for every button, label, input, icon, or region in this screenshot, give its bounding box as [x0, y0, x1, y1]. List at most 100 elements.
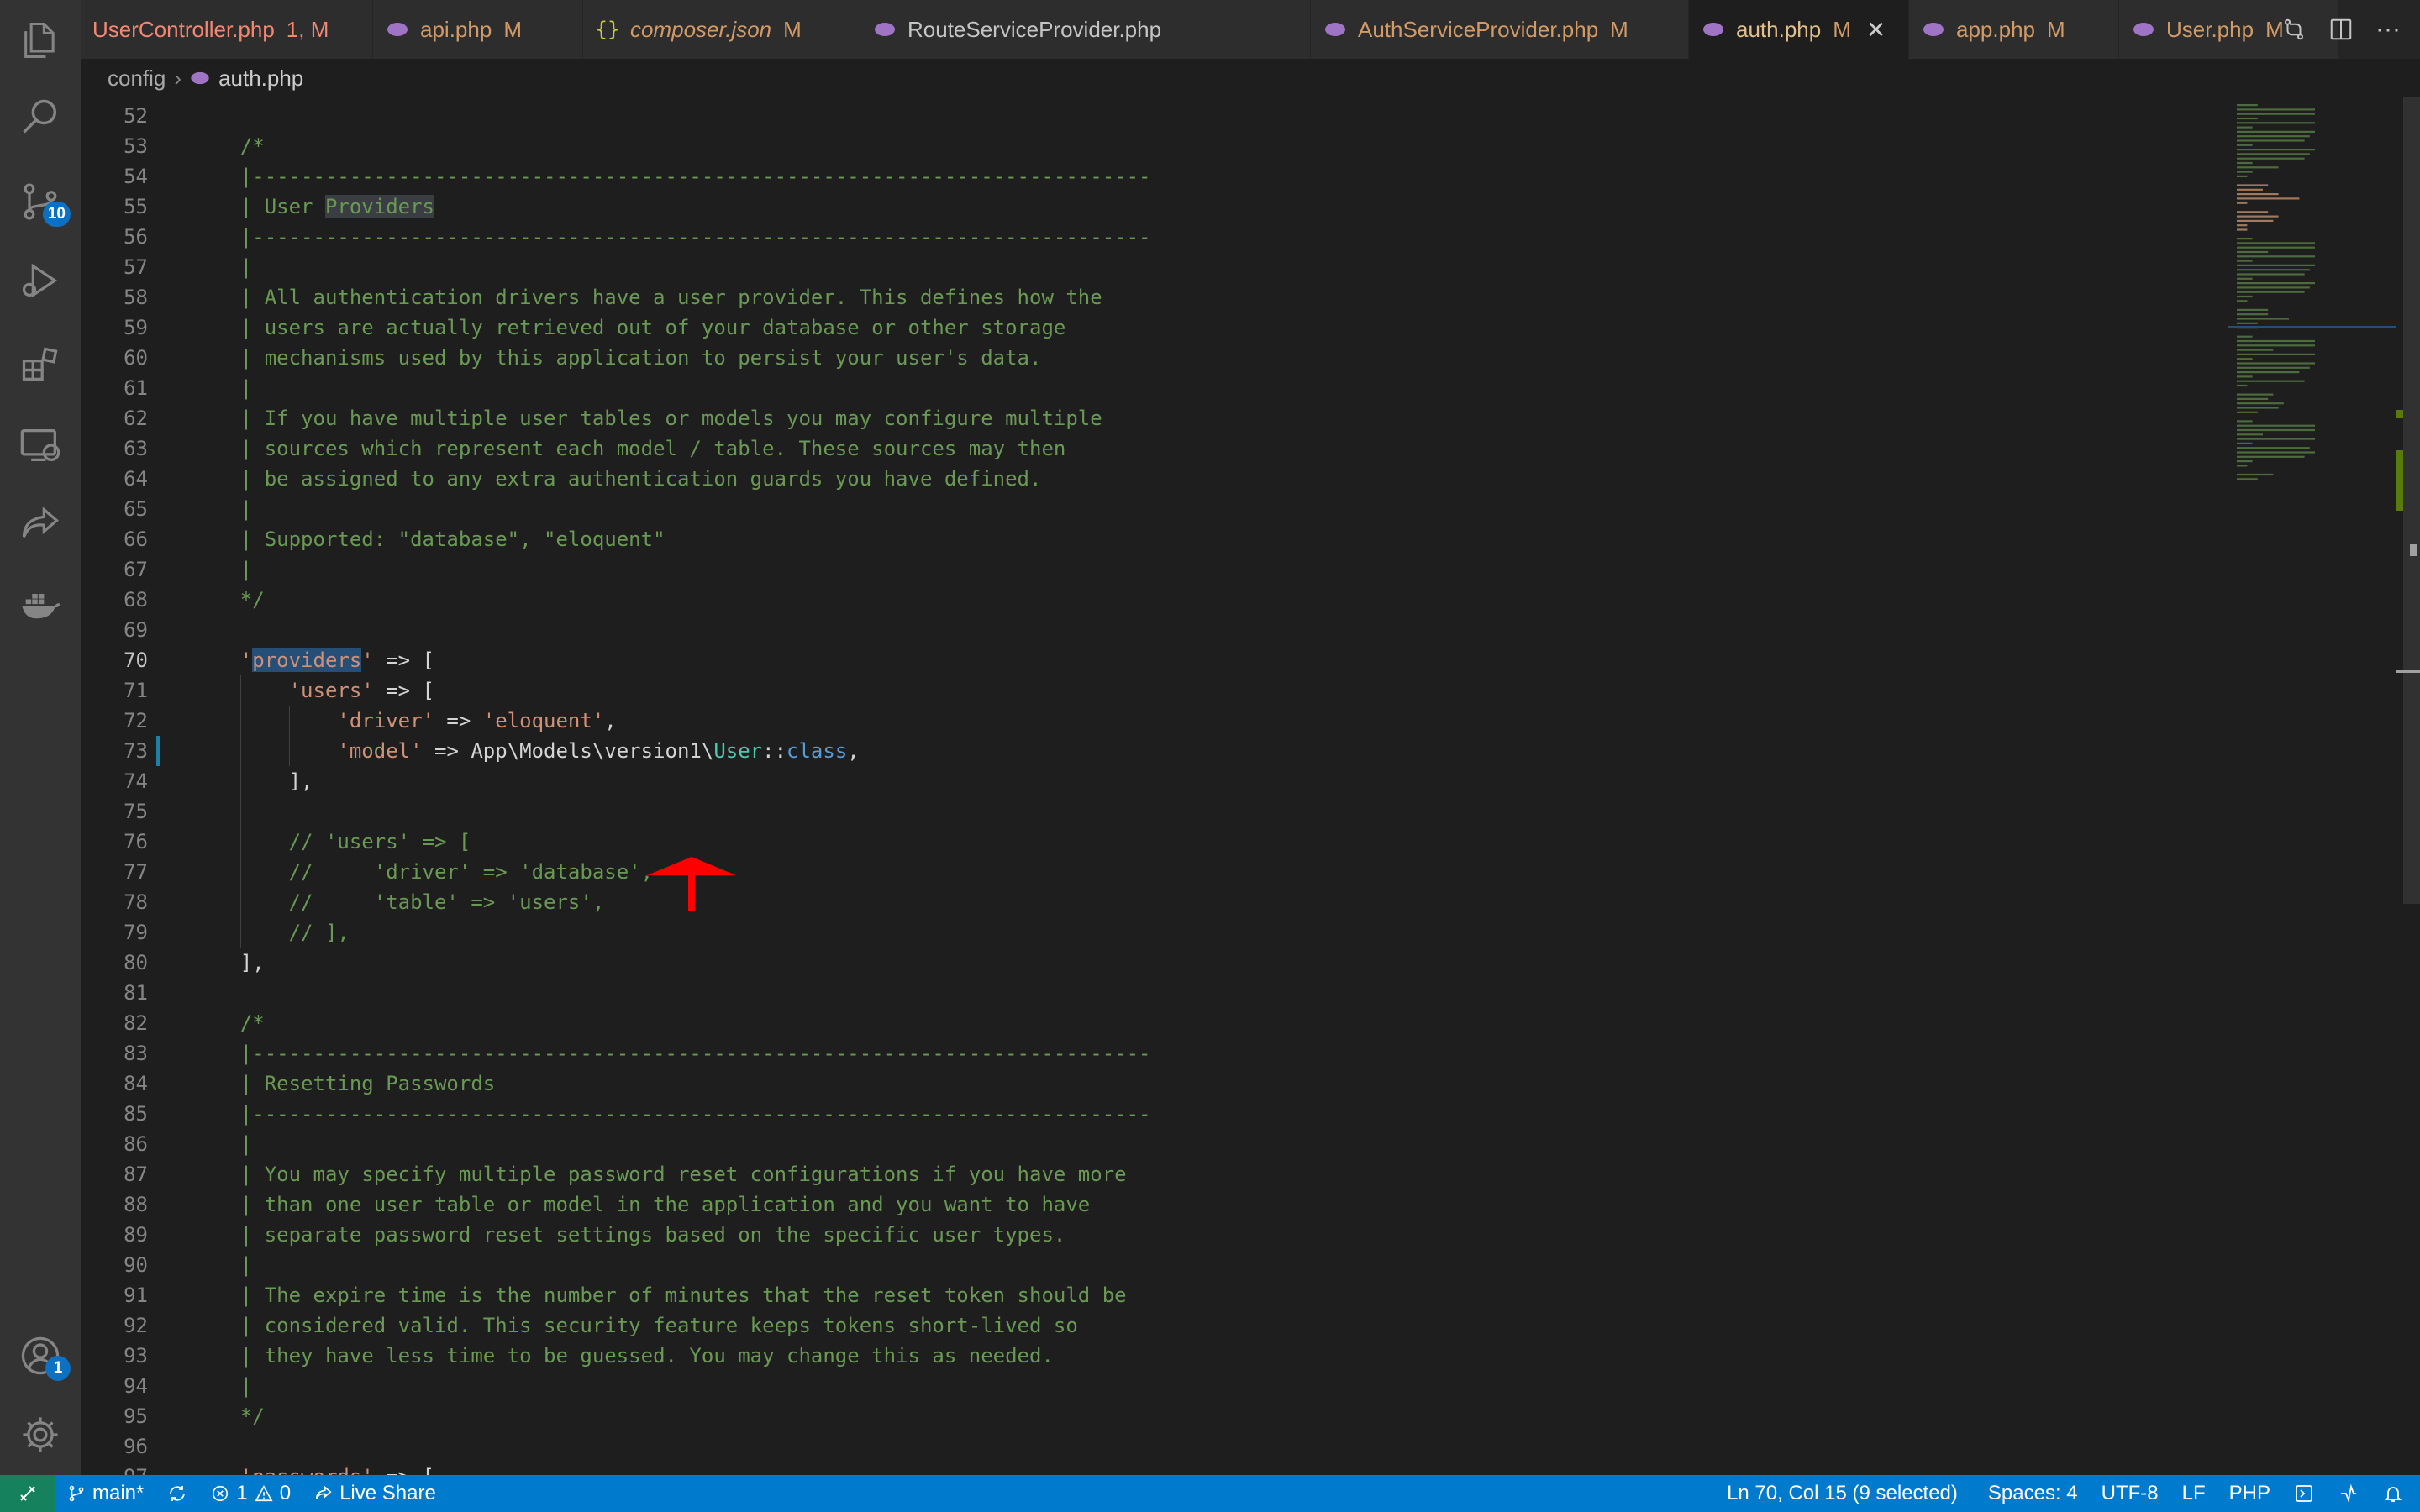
code-line[interactable]: */ — [192, 585, 265, 615]
minimap[interactable] — [2228, 97, 2396, 501]
minimap-line — [2237, 135, 2310, 138]
line-number: 53 — [124, 134, 148, 158]
extensions-icon[interactable] — [0, 328, 81, 402]
annotation-arrow — [647, 857, 736, 911]
source-control-icon[interactable]: 10 — [0, 165, 81, 239]
code-line[interactable]: |---------------------------------------… — [192, 1099, 1151, 1129]
code-line[interactable]: | You may specify multiple password rese… — [192, 1159, 1127, 1189]
code-line[interactable]: | — [192, 1250, 252, 1280]
accounts-icon[interactable]: 1 — [0, 1319, 81, 1393]
code-line[interactable]: 'passwords' => [ — [192, 1462, 434, 1475]
code-line[interactable]: | be assigned to any extra authenticatio… — [192, 464, 1042, 494]
code-line[interactable]: 'model' => App\Models\version1\User::cla… — [192, 736, 859, 766]
code-line[interactable]: | Supported: "database", "eloquent" — [192, 524, 666, 554]
code-line[interactable]: | The expire time is the number of minut… — [192, 1280, 1127, 1310]
live-share-button[interactable]: Live Share — [302, 1475, 448, 1512]
code-line[interactable]: /* — [192, 1008, 265, 1038]
code-line[interactable]: | If you have multiple user tables or mo… — [192, 403, 1102, 433]
code-line[interactable]: |---------------------------------------… — [192, 1038, 1151, 1068]
code-line[interactable]: 'providers' => [ — [192, 645, 434, 675]
code-line[interactable]: | considered valid. This security featur… — [192, 1310, 1078, 1341]
tab-routeserviceprovider-php[interactable]: RouteServiceProvider.php — [860, 0, 1311, 59]
php-elephant-icon — [872, 22, 897, 37]
run-debug-icon[interactable] — [0, 244, 81, 318]
more-actions-icon[interactable]: ··· — [2373, 14, 2403, 45]
minimap-line — [2237, 122, 2315, 124]
manage-gear-icon[interactable] — [0, 1398, 81, 1472]
breadcrumb-file[interactable]: auth.php — [218, 66, 303, 92]
line-number: 67 — [124, 558, 148, 581]
minimap-line — [2237, 478, 2258, 480]
code-line[interactable]: | — [192, 1371, 252, 1401]
remote-indicator-icon[interactable] — [0, 1475, 55, 1512]
breadcrumb-folder[interactable]: config — [108, 66, 166, 92]
code-line[interactable]: // 'table' => 'users', — [192, 887, 605, 917]
code-area[interactable]: /* |------------------------------------… — [192, 97, 2185, 1475]
open-changes-icon[interactable] — [2279, 14, 2309, 45]
explorer-icon[interactable] — [0, 3, 81, 77]
end-of-line[interactable]: LF — [2170, 1475, 2217, 1512]
code-line[interactable]: | — [192, 252, 252, 282]
minimap-line — [2237, 242, 2315, 244]
code-line[interactable]: // ], — [192, 917, 350, 948]
code-line[interactable]: // 'driver' => 'database', — [192, 857, 653, 887]
code-line[interactable]: 'driver' => 'eloquent', — [192, 706, 616, 736]
search-icon[interactable] — [0, 81, 81, 155]
git-modified-marker[interactable] — [156, 736, 160, 766]
tab-api-php[interactable]: api.php M — [373, 0, 583, 59]
line-number: 93 — [124, 1344, 148, 1368]
close-icon[interactable]: ✕ — [1866, 16, 1886, 44]
code-line[interactable]: /* — [192, 131, 265, 161]
code-line[interactable]: 'users' => [ — [192, 675, 434, 706]
code-line[interactable]: | — [192, 1129, 252, 1159]
code-line[interactable]: | Resetting Passwords — [192, 1068, 495, 1099]
feedback-icon[interactable] — [2326, 1475, 2371, 1512]
code-line[interactable]: | sources which represent each model / t… — [192, 433, 1066, 464]
sync-icon[interactable] — [155, 1475, 199, 1512]
remote-explorer-icon[interactable] — [0, 408, 81, 482]
tab-app-php[interactable]: app.php M — [1909, 0, 2119, 59]
minimap-line — [2237, 313, 2269, 316]
code-editor[interactable]: 52 53 54 55 56 57 58 59 60 61 62 63 64 65 66 67 68 69 70 71… — [81, 97, 2420, 1475]
encoding[interactable]: UTF-8 — [2090, 1475, 2170, 1512]
tab-composer-json[interactable]: {} composer.json M — [583, 0, 860, 59]
code-line[interactable]: | separate password reset settings based… — [192, 1220, 1066, 1250]
notifications-bell-icon[interactable] — [2371, 1475, 2420, 1512]
tab-authserviceprovider-php[interactable]: AuthServiceProvider.php M — [1311, 0, 1689, 59]
split-editor-icon[interactable] — [2326, 14, 2356, 45]
code-line[interactable]: | — [192, 494, 252, 524]
code-line[interactable]: // 'users' => [ — [192, 827, 471, 857]
php-validator-icon[interactable] — [2282, 1475, 2326, 1512]
code-line[interactable]: | users are actually retrieved out of yo… — [192, 312, 1066, 343]
code-line[interactable]: ], — [192, 766, 313, 796]
problems-indicator[interactable]: 1 0 — [199, 1475, 302, 1512]
docker-icon[interactable] — [0, 568, 81, 642]
code-line[interactable]: |---------------------------------------… — [192, 161, 1151, 192]
line-number: 56 — [124, 225, 148, 249]
live-share-icon[interactable] — [0, 487, 81, 561]
code-line[interactable]: | All authentication drivers have a user… — [192, 282, 1102, 312]
indentation[interactable]: Spaces: 4 — [1970, 1475, 2090, 1512]
code-line[interactable]: */ — [192, 1401, 265, 1431]
minimap-line — [2237, 371, 2300, 374]
code-line[interactable]: | they have less time to be guessed. You… — [192, 1341, 1054, 1371]
line-number-gutter: 52 53 54 55 56 57 58 59 60 61 62 63 64 65 66 67 68 69 70 71… — [81, 97, 192, 1475]
code-line[interactable]: | User Providers — [192, 192, 434, 222]
cursor-position[interactable]: Ln 70, Col 15 (9 selected) — [1715, 1475, 1970, 1512]
code-line[interactable]: | — [192, 554, 252, 585]
code-line[interactable]: ], — [192, 948, 265, 978]
code-line[interactable]: | — [192, 373, 252, 403]
language-mode[interactable]: PHP — [2217, 1475, 2282, 1512]
branch-indicator[interactable]: main* — [55, 1475, 155, 1512]
tab-usercontroller-php[interactable]: UserController.php 1, M — [81, 0, 373, 59]
line-number: 78 — [124, 890, 148, 914]
minimap-line — [2237, 255, 2315, 258]
code-line[interactable]: | than one user table or model in the ap… — [192, 1189, 1090, 1220]
minimap-line — [2237, 144, 2253, 146]
tab-status: M — [1833, 16, 1851, 42]
code-line[interactable]: |---------------------------------------… — [192, 222, 1151, 252]
tab-auth-php[interactable]: auth.php M ✕ — [1689, 0, 1909, 59]
vertical-scrollbar[interactable] — [2396, 97, 2420, 1475]
minimap-line — [2237, 397, 2269, 400]
code-line[interactable]: | mechanisms used by this application to… — [192, 343, 1042, 373]
